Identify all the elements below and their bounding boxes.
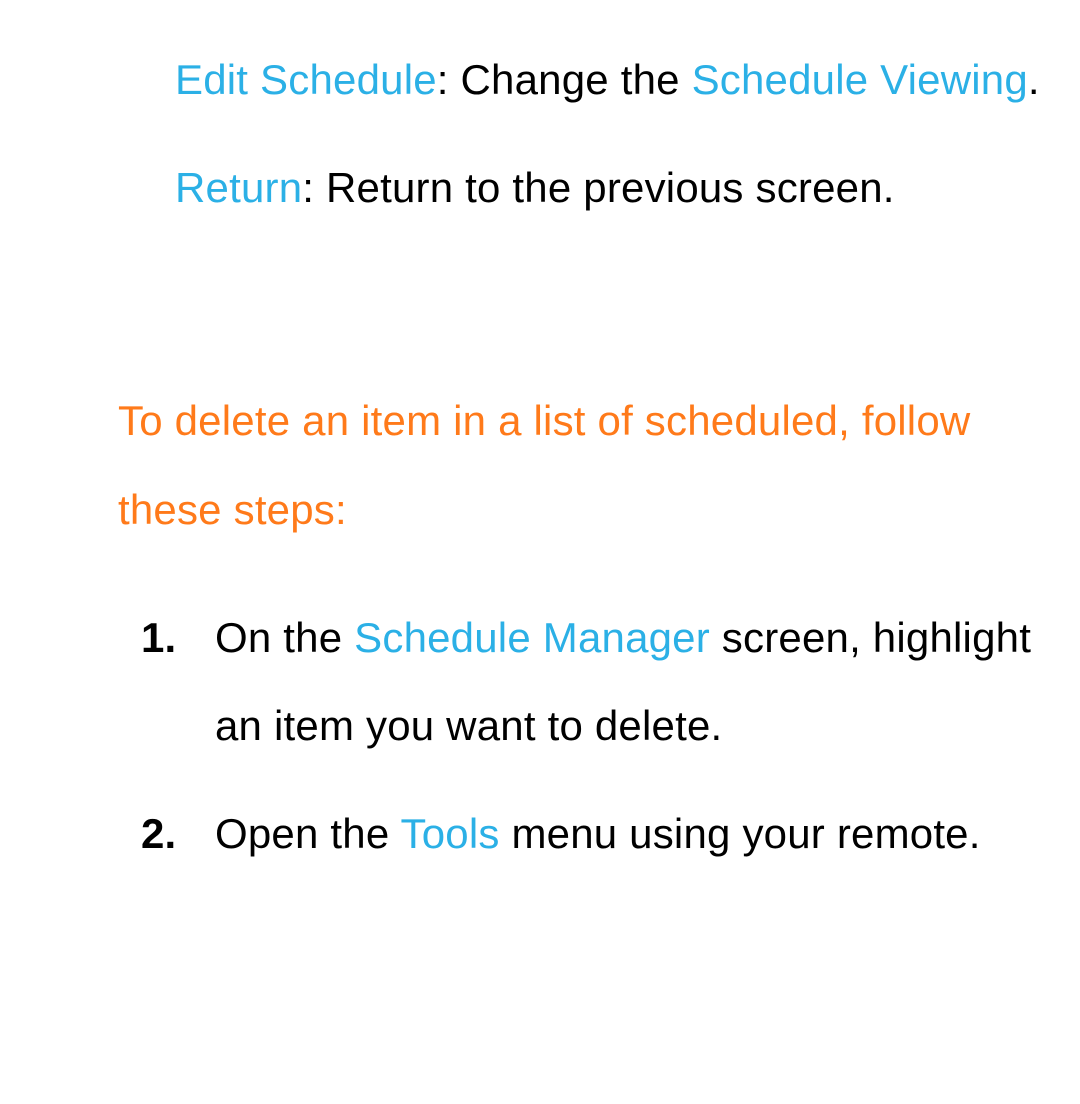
definition-return: Return: Return to the previous screen. bbox=[175, 144, 1040, 232]
term-return: Return bbox=[175, 164, 302, 211]
section-heading: To delete an item in a list of scheduled… bbox=[118, 377, 1030, 553]
document-page: Edit Schedule: Change the Schedule Viewi… bbox=[0, 0, 1080, 938]
term-edit-schedule: Edit Schedule bbox=[175, 56, 437, 103]
step-number: 1. bbox=[141, 594, 176, 682]
link-schedule-viewing: Schedule Viewing bbox=[692, 56, 1028, 103]
step-text-post: menu using your remote. bbox=[500, 810, 981, 857]
def-text-post: . bbox=[1028, 56, 1040, 103]
link-schedule-manager: Schedule Manager bbox=[354, 614, 710, 661]
steps-list: 1. On the Schedule Manager screen, highl… bbox=[175, 594, 1040, 879]
definition-edit-schedule: Edit Schedule: Change the Schedule Viewi… bbox=[175, 36, 1040, 124]
step-text-pre: On the bbox=[215, 614, 354, 661]
def-text: : Change the bbox=[437, 56, 692, 103]
link-tools: Tools bbox=[401, 810, 500, 857]
step-text-pre: Open the bbox=[215, 810, 401, 857]
def-text: : Return to the previous screen. bbox=[302, 164, 894, 211]
step-1: 1. On the Schedule Manager screen, highl… bbox=[175, 594, 1040, 770]
step-number: 2. bbox=[141, 790, 176, 878]
step-2: 2. Open the Tools menu using your remote… bbox=[175, 790, 1040, 878]
